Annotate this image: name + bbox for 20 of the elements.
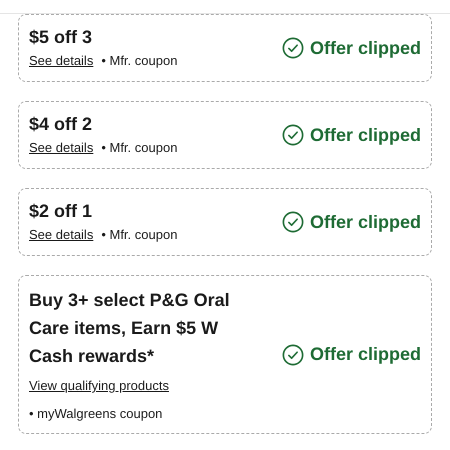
- coupon-title: Buy 3+ select P&G Oral Care items, Earn $5 W Cash rewards*: [29, 289, 231, 368]
- coupon-title: $2 off 1: [29, 200, 94, 224]
- check-circle-icon: [282, 211, 304, 233]
- see-details-link[interactable]: See details: [29, 51, 94, 71]
- see-details-link[interactable]: See details: [29, 138, 94, 158]
- status-label: Offer clipped: [310, 124, 421, 147]
- coupon-source: • Mfr. coupon: [101, 52, 178, 70]
- status-label: Offer clipped: [310, 36, 421, 60]
- qualifying-products-link[interactable]: View qualifying products: [29, 376, 169, 396]
- check-circle-icon: [282, 124, 304, 146]
- check-circle-icon: [282, 344, 304, 366]
- see-details-link[interactable]: See details: [29, 225, 94, 245]
- coupon-source: • myWalgreens coupon: [29, 404, 164, 423]
- status-label: Offer clipped: [310, 343, 421, 366]
- coupon-source: • Mfr. coupon: [101, 139, 178, 158]
- check-circle-icon: [282, 37, 304, 59]
- coupon-title: $4 off 2: [29, 113, 94, 136]
- coupon-source: • Mfr. coupon: [101, 226, 178, 244]
- status-label: Offer clipped: [310, 210, 421, 234]
- coupon-title: $5 off 3: [29, 26, 94, 50]
